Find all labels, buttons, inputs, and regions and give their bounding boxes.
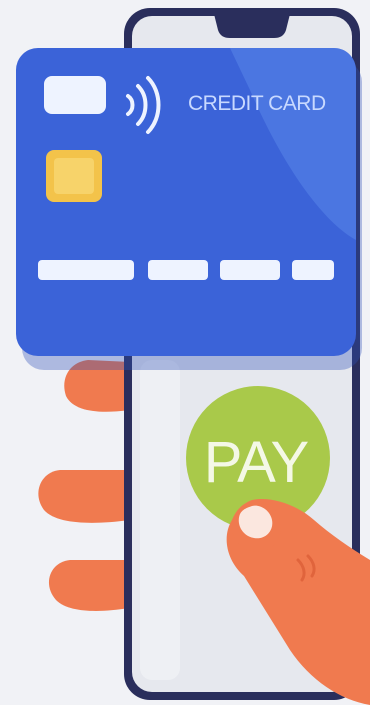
finger-lower	[48, 560, 130, 611]
card-logo-block	[44, 76, 106, 114]
card-number-group-2	[148, 260, 208, 280]
screen-highlight	[140, 360, 180, 680]
card-number-group-4	[292, 260, 334, 280]
phone-notch	[214, 14, 290, 38]
card-number-group-1	[38, 260, 134, 280]
hand-back-fingers	[38, 360, 130, 611]
illustration-svg: PAY CREDIT CARD	[16, 8, 370, 705]
finger-middle	[38, 470, 130, 523]
pay-button-label: PAY	[204, 430, 309, 495]
credit-card: CREDIT CARD	[16, 48, 362, 370]
card-label: CREDIT CARD	[188, 92, 326, 115]
payment-illustration: PAY CREDIT CARD	[0, 0, 370, 705]
card-number-group-3	[220, 260, 280, 280]
chip-icon	[46, 150, 102, 202]
